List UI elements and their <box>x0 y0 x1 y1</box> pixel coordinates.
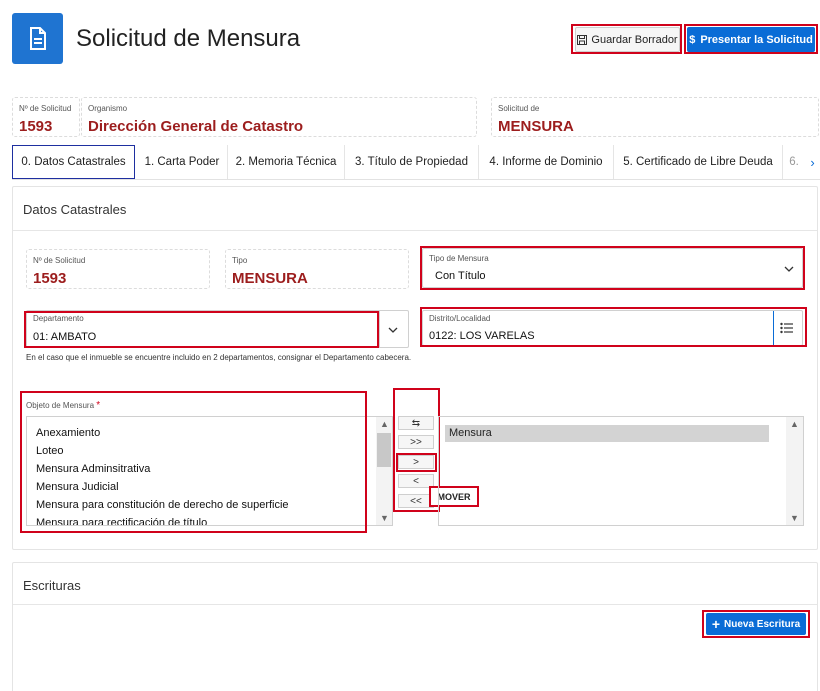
annotation-object-list <box>20 391 367 533</box>
datos-type: Tipo MENSURA <box>225 249 409 289</box>
summary-request-no: Nº de Solicitud 1593 <box>12 97 80 137</box>
tab-6[interactable]: 6. <box>783 145 805 179</box>
tab-carta-poder[interactable]: 1. Carta Poder <box>137 145 228 179</box>
annotation-new-escritura <box>702 610 810 638</box>
tab-bar: 0. Datos Catastrales 1. Carta Poder 2. M… <box>12 145 820 180</box>
datos-request-no-value: 1593 <box>33 270 67 287</box>
annotation-department <box>24 311 379 348</box>
summary-request-of-value: MENSURA <box>498 118 574 135</box>
annotation-district <box>420 307 807 347</box>
annotation-save-draft <box>571 24 682 54</box>
scrollbar-thumb[interactable] <box>377 433 391 467</box>
tab-titulo-propiedad[interactable]: 3. Título de Propiedad <box>345 145 479 179</box>
datos-catastrales-title: Datos Catastrales <box>23 202 127 217</box>
department-divider <box>379 311 380 347</box>
datos-request-no: Nº de Solicitud 1593 <box>26 249 210 289</box>
tab-memoria-tecnica[interactable]: 2. Memoria Técnica <box>228 145 345 179</box>
escrituras-panel: Escrituras <box>12 562 818 691</box>
tab-libre-deuda[interactable]: 5. Certificado de Libre Deuda <box>614 145 783 179</box>
tab-datos-catastrales[interactable]: 0. Datos Catastrales <box>12 145 135 179</box>
summary-agency: Organismo Dirección General de Catastro <box>81 97 477 137</box>
app-document-icon <box>12 13 63 64</box>
annotation-survey-type <box>420 246 805 290</box>
summary-agency-label: Organismo <box>88 104 128 113</box>
selected-options-list[interactable]: Mensura ▲ ▼ <box>438 416 804 526</box>
scroll-down-icon[interactable]: ▼ <box>380 513 389 523</box>
selected-option-label: Mensura <box>449 427 492 439</box>
escrituras-title: Escrituras <box>23 578 81 593</box>
available-scrollbar[interactable]: ▲ ▼ <box>376 417 392 525</box>
summary-request-no-value: 1593 <box>19 118 53 135</box>
annotation-move-button <box>396 453 437 472</box>
scroll-down-icon[interactable]: ▼ <box>790 513 799 523</box>
summary-agency-value: Dirección General de Catastro <box>88 118 304 135</box>
tab-informe-dominio[interactable]: 4. Informe de Dominio <box>479 145 614 179</box>
panel-divider <box>13 604 817 605</box>
datos-type-value: MENSURA <box>232 270 308 287</box>
department-help-text: En el caso que el inmueble se encuentre … <box>26 353 412 362</box>
summary-request-no-label: Nº de Solicitud <box>19 104 72 113</box>
annotation-submit <box>684 24 818 54</box>
scroll-up-icon[interactable]: ▲ <box>380 419 389 429</box>
selected-scrollbar[interactable]: ▲ ▼ <box>786 417 803 525</box>
selected-option-mensura[interactable]: Mensura <box>445 425 769 442</box>
chevron-down-icon <box>388 327 398 333</box>
summary-request-of: Solicitud de MENSURA <box>491 97 819 137</box>
datos-type-label: Tipo <box>232 256 248 265</box>
page-title: Solicitud de Mensura <box>76 25 301 52</box>
panel-divider <box>13 230 817 231</box>
tabs-next-chevron-icon[interactable]: › <box>805 145 820 179</box>
datos-request-no-label: Nº de Solicitud <box>33 256 86 265</box>
summary-request-of-label: Solicitud de <box>498 104 540 113</box>
scroll-up-icon[interactable]: ▲ <box>790 419 799 429</box>
